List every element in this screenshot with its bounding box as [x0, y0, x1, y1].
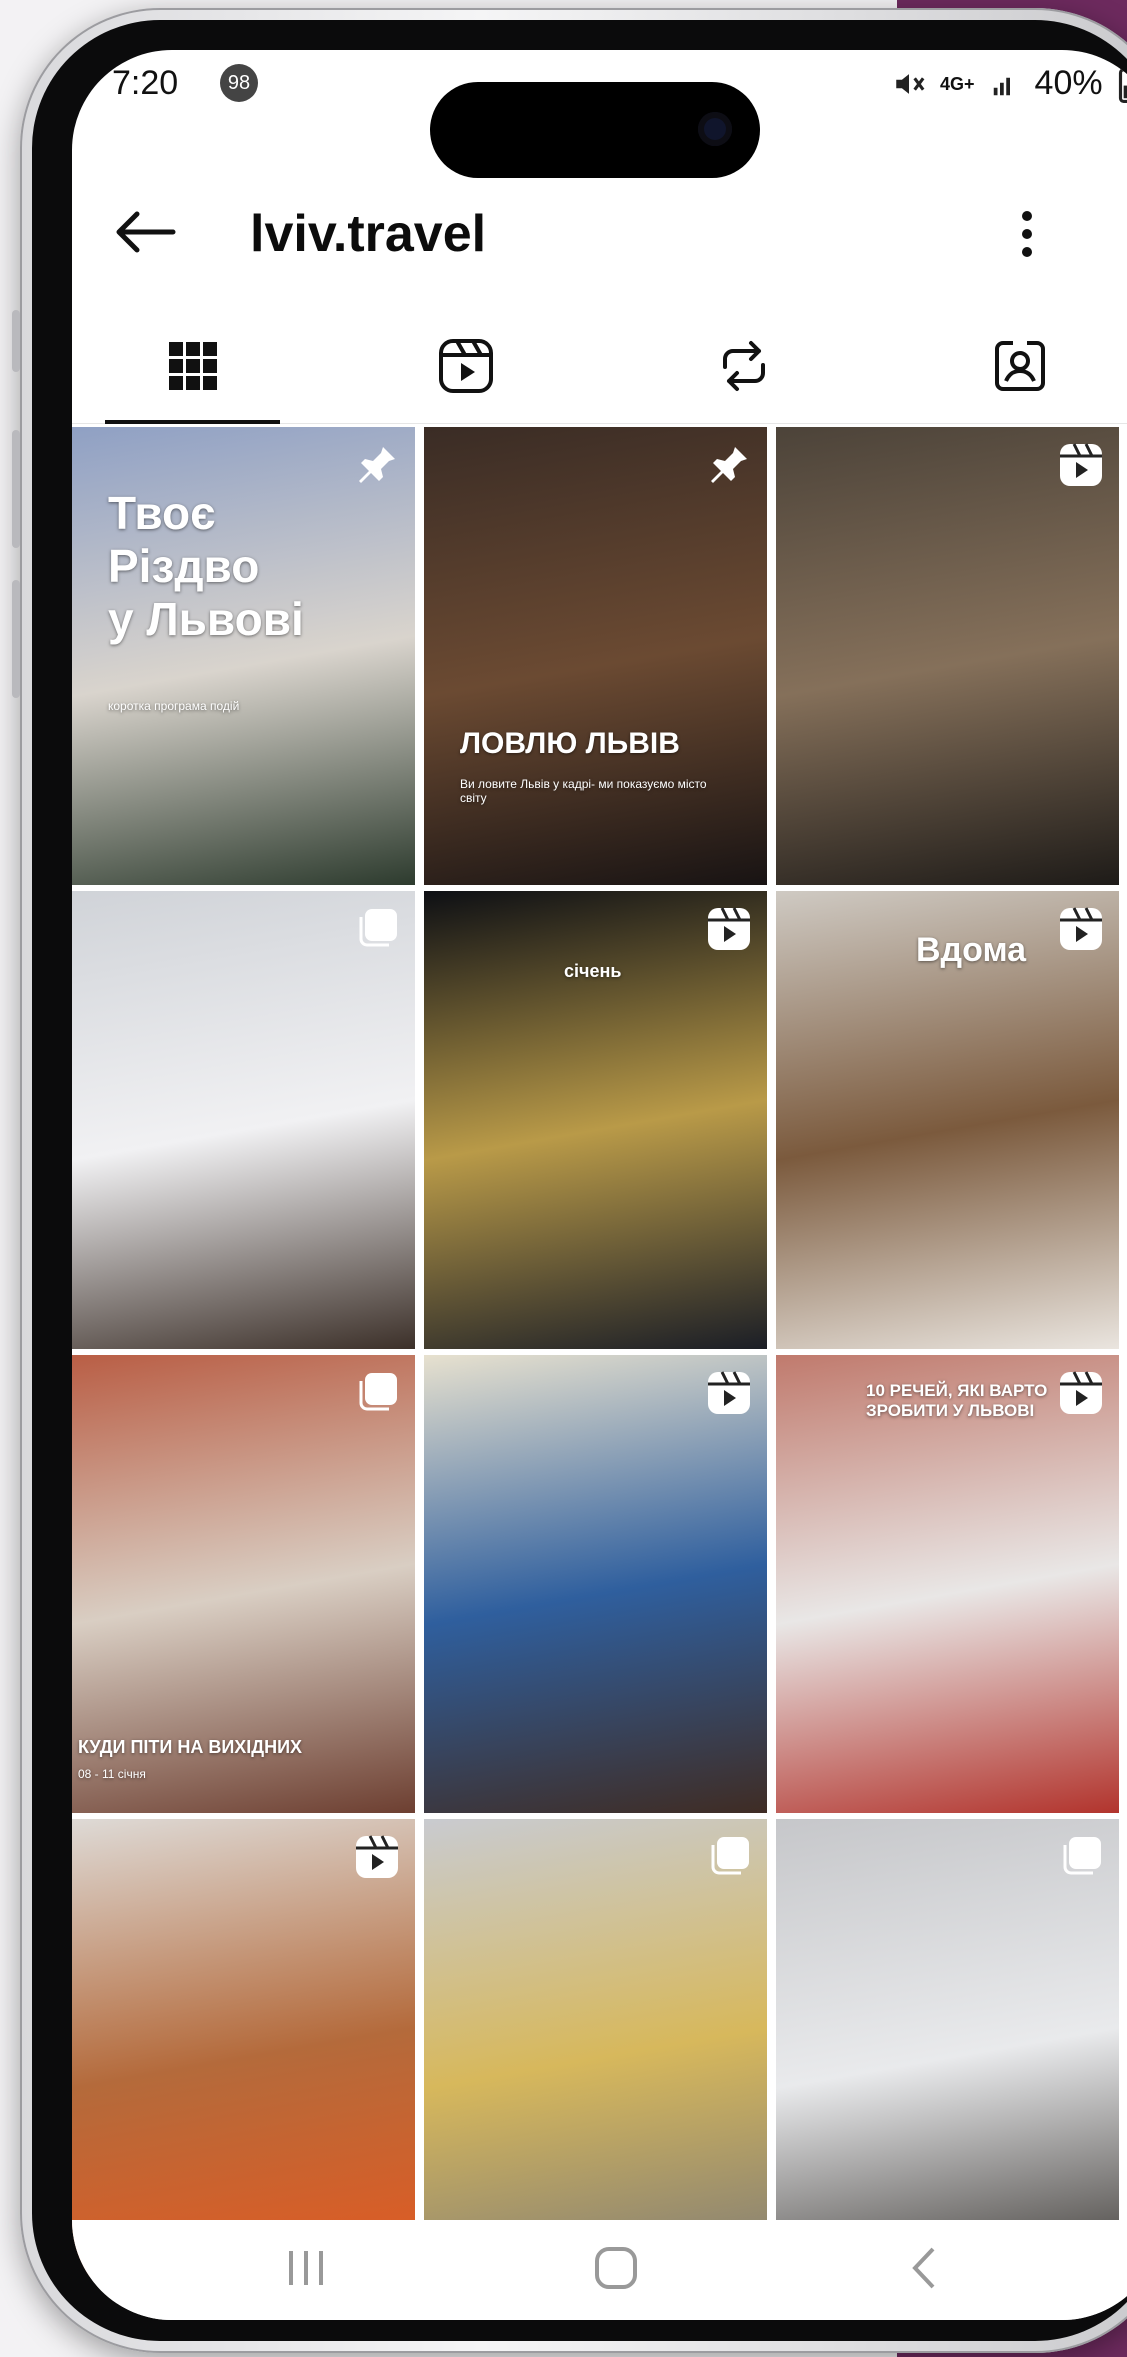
profile-tabs [72, 308, 1127, 424]
post-tile[interactable] [776, 1819, 1119, 2277]
pin-icon [359, 447, 395, 483]
arrow-left-icon [116, 211, 176, 253]
post-caption: коротка програма подій [108, 699, 240, 713]
post-title-line: січень [564, 961, 622, 981]
mute-icon [896, 73, 925, 94]
reel-icon [708, 907, 750, 950]
volume-up-button [12, 430, 20, 548]
reel-icon [1060, 1371, 1102, 1414]
post-title-line: ЗРОБИТИ У ЛЬВОВІ [866, 1400, 1035, 1420]
app-header: lviv.travel [72, 160, 1127, 310]
post-tile[interactable] [776, 427, 1119, 885]
status-time: 7:20 [112, 64, 179, 102]
post-title: 10 РЕЧЕЙ, ЯКІ ВАРТО ЗРОБИТИ У ЛЬВОВІ [866, 1381, 1047, 1420]
battery-icon [1118, 64, 1127, 103]
grid-icon [168, 342, 217, 390]
battery-level: 40% [1034, 64, 1103, 102]
home-icon [595, 2247, 637, 2289]
post-title-line: у Львові [108, 592, 304, 645]
reel-icon [708, 1371, 750, 1414]
post-tile[interactable] [424, 1819, 767, 2277]
post-tile[interactable]: КУДИ ПІТИ НА ВИХІДНИХ 08 - 11 січня [72, 1355, 415, 1813]
carousel-icon [1063, 1837, 1101, 1875]
post-title-line: Різдво [108, 539, 260, 592]
volume-down-button [12, 580, 20, 698]
back-nav-button[interactable] [884, 2238, 964, 2298]
reel-icon [1060, 907, 1102, 950]
post-title: Твоє Різдво у Львові [108, 487, 304, 646]
tab-tagged[interactable] [932, 308, 1107, 424]
carousel-icon [359, 909, 397, 947]
reel-icon [356, 1835, 398, 1878]
status-icons: 4G+ 40% [892, 64, 1127, 103]
post-title: Вдома [916, 931, 1026, 970]
camera-icon [698, 112, 732, 146]
post-caption: Ви ловите Львів у кадрі- ми показуємо мі… [460, 777, 707, 805]
carousel-icon [711, 1837, 749, 1875]
post-title: січень [564, 961, 621, 982]
post-caption: 08 - 11 січня [78, 1767, 146, 1781]
post-tile[interactable]: Вдома [776, 891, 1119, 1349]
repost-icon [722, 341, 765, 391]
tagged-icon [994, 341, 1045, 391]
home-button[interactable] [576, 2238, 656, 2298]
tab-posts[interactable] [105, 308, 280, 424]
post-tile[interactable]: Твоє Різдво у Львові коротка програма подій [72, 427, 415, 885]
tab-reels[interactable] [378, 308, 553, 424]
reel-icon [1060, 443, 1102, 486]
post-title: КУДИ ПІТИ НА ВИХІДНИХ [78, 1737, 302, 1758]
post-title-line: Вдома [916, 931, 1027, 969]
post-title: ЛОВЛЮ ЛЬВІВ [460, 727, 680, 762]
system-nav-bar [72, 2220, 1127, 2320]
post-title-line: 10 РЕЧЕЙ, ЯКІ ВАРТО [866, 1381, 1048, 1400]
signal-icon [993, 77, 1010, 95]
post-tile[interactable] [72, 891, 415, 1349]
post-tile[interactable]: 10 РЕЧЕЙ, ЯКІ ВАРТО ЗРОБИТИ У ЛЬВОВІ [776, 1355, 1119, 1813]
chevron-left-icon [912, 2247, 935, 2289]
post-tile[interactable]: січень [424, 891, 767, 1349]
post-title-line: ЛОВЛЮ ЛЬВІВ [460, 727, 680, 760]
more-options-button[interactable] [1007, 204, 1047, 264]
more-vertical-icon [1022, 211, 1032, 257]
carousel-icon [359, 1373, 397, 1411]
back-button[interactable] [110, 202, 180, 262]
tab-reposts[interactable] [656, 308, 831, 424]
screen: 7:20 98 4G+ 40% lviv.travel Твоє Різдво … [72, 50, 1127, 2320]
recents-icon [289, 2251, 323, 2285]
account-name: lviv.travel [250, 205, 487, 263]
post-title-line: Твоє [108, 487, 216, 539]
post-tile[interactable] [424, 1355, 767, 1813]
recents-button[interactable] [266, 2238, 346, 2298]
network-type: 4G+ [940, 73, 975, 94]
reels-icon [438, 339, 493, 393]
pin-icon [711, 447, 747, 483]
post-tile[interactable] [72, 1819, 415, 2277]
notification-badge: 98 [220, 64, 258, 102]
post-tile[interactable]: ЛОВЛЮ ЛЬВІВ Ви ловите Львів у кадрі- ми п… [424, 427, 767, 885]
side-button [12, 310, 20, 372]
post-title-line: КУДИ ПІТИ НА ВИХІДНИХ [78, 1737, 303, 1757]
